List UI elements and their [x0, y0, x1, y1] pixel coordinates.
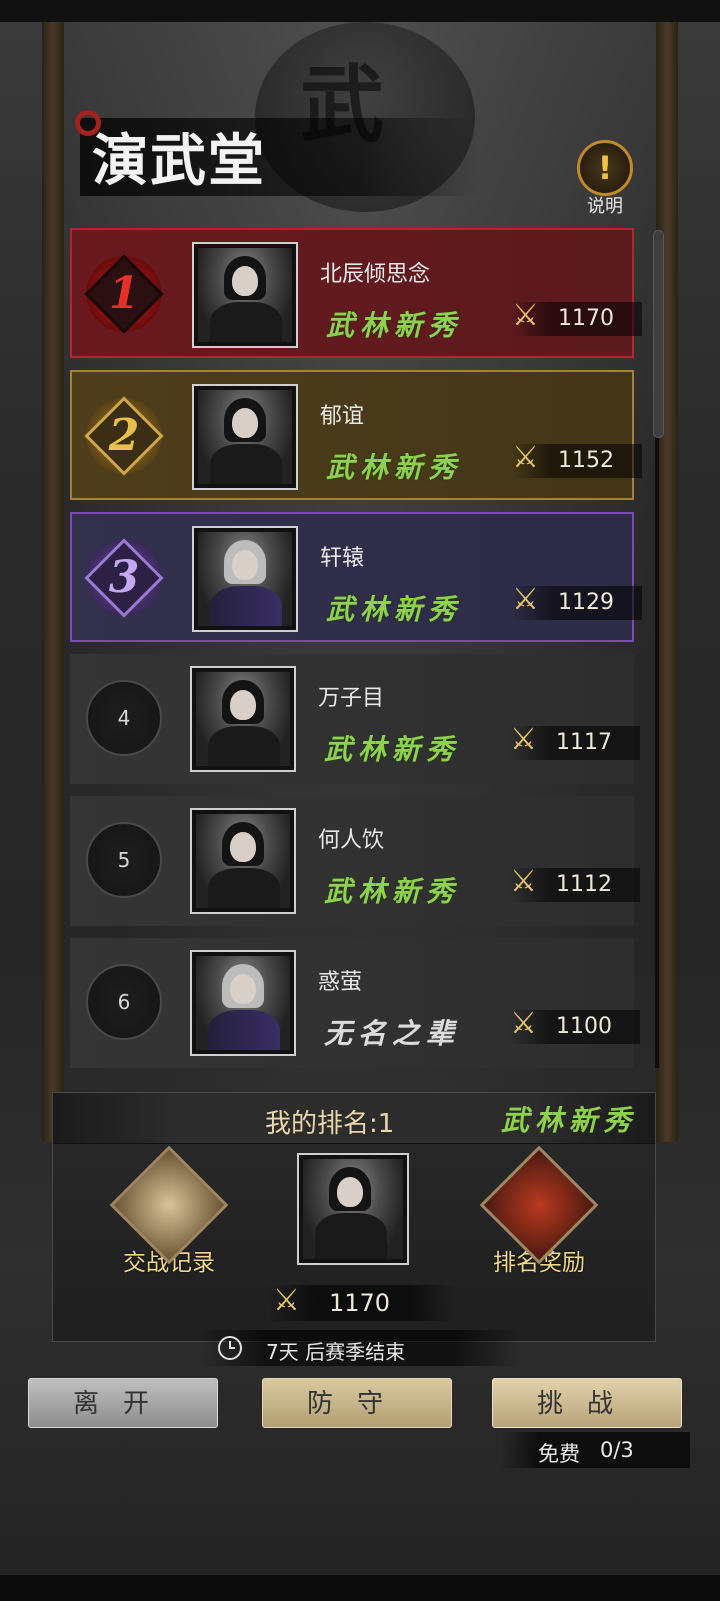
crossed-swords-icon: ⚔	[512, 582, 539, 617]
season-timer: 7天 后赛季结束	[200, 1330, 520, 1366]
rank-3-medal-icon: 3	[84, 538, 164, 618]
scrollbar-thumb[interactable]	[653, 230, 664, 438]
player-avatar[interactable]	[192, 384, 298, 490]
player-title: 武林新秀	[324, 875, 461, 908]
player-score: 1129	[558, 590, 614, 615]
rank-badge: 5	[86, 822, 162, 898]
left-pillar	[42, 22, 64, 1142]
crossed-swords-icon: ⚔	[512, 298, 539, 333]
status-bar	[0, 0, 720, 22]
rank-1-medal-icon: 1	[84, 254, 164, 334]
rank-badge: 4	[86, 680, 162, 756]
player-score: 1170	[558, 306, 614, 331]
player-title: 武林新秀	[326, 309, 463, 342]
player-title: 无名之辈	[324, 1017, 461, 1050]
player-name: 惑萤	[318, 970, 363, 995]
clock-icon	[218, 1336, 242, 1360]
player-avatar[interactable]	[192, 242, 298, 348]
score-badge: ⚔ 1129	[512, 582, 642, 620]
ranking-row[interactable]: 4 万子目 武林新秀 ⚔ 1117	[70, 654, 640, 784]
player-name: 轩辕	[320, 546, 365, 571]
score-badge: ⚔ 1100	[510, 1006, 640, 1044]
help-button[interactable]: ! 说明	[575, 140, 635, 217]
player-name: 北辰倾思念	[320, 262, 431, 287]
score-badge: ⚔ 1112	[510, 864, 640, 902]
player-score: 1152	[558, 448, 614, 473]
rank-reward-button[interactable]: 排名奖励	[479, 1145, 599, 1283]
player-name: 郁谊	[320, 404, 365, 429]
my-avatar[interactable]	[297, 1153, 409, 1265]
free-count: 0/3	[600, 1438, 634, 1462]
ranking-row[interactable]: 5 何人饮 武林新秀 ⚔ 1112	[70, 796, 640, 926]
player-title: 武林新秀	[324, 733, 461, 766]
score-badge: ⚔ 1152	[512, 440, 642, 478]
player-score: 1100	[556, 1014, 612, 1039]
ranking-list[interactable]: 1 北辰倾思念 武林新秀 ⚔ 1170 2 郁谊 武林新秀 ⚔ 1152 3 轩…	[62, 226, 650, 1076]
my-rank-label: 我的排名:1	[265, 1109, 395, 1139]
crossed-swords-icon: ⚔	[510, 722, 537, 757]
crossed-swords-icon: ⚔	[512, 440, 539, 475]
crossed-swords-icon: ⚔	[510, 1006, 537, 1041]
crossed-swords-icon: ⚔	[510, 864, 537, 899]
score-badge: ⚔ 1170	[512, 298, 642, 336]
rank-2-medal-icon: 2	[84, 396, 164, 476]
player-avatar[interactable]	[190, 808, 296, 914]
leave-button[interactable]: 离开	[28, 1378, 218, 1428]
free-label: 免费	[538, 1442, 580, 1466]
my-rank-header: 我的排名:1 武林新秀	[53, 1093, 655, 1144]
player-avatar[interactable]	[190, 666, 296, 772]
ranking-row[interactable]: 1 北辰倾思念 武林新秀 ⚔ 1170	[70, 228, 642, 358]
ranking-row[interactable]: 6 惑萤 无名之辈 ⚔ 1100	[70, 938, 640, 1068]
crossed-swords-icon: ⚔	[273, 1283, 300, 1318]
player-title: 武林新秀	[326, 451, 463, 484]
help-label: 说明	[587, 196, 623, 217]
season-text: 7天 后赛季结束	[266, 1340, 406, 1364]
battle-record-button[interactable]: 交战记录	[109, 1145, 229, 1283]
player-title: 武林新秀	[326, 593, 463, 626]
ranking-row[interactable]: 2 郁谊 武林新秀 ⚔ 1152	[70, 370, 642, 500]
defend-button[interactable]: 防守	[262, 1378, 452, 1428]
rank-badge: 6	[86, 964, 162, 1040]
page-title: 演武堂	[92, 128, 266, 194]
my-title: 武林新秀	[501, 1104, 638, 1137]
ranking-row[interactable]: 3 轩辕 武林新秀 ⚔ 1129	[70, 512, 642, 642]
right-pillar	[656, 22, 678, 1142]
my-score-badge: ⚔ 1170	[267, 1283, 457, 1321]
player-name: 何人饮	[318, 828, 385, 853]
my-score: 1170	[329, 1289, 391, 1317]
player-score: 1117	[556, 730, 612, 755]
player-name: 万子目	[318, 686, 385, 711]
player-avatar[interactable]	[192, 526, 298, 632]
free-attempts: 免费 0/3	[500, 1432, 690, 1468]
player-score: 1112	[556, 872, 612, 897]
exclamation-icon: !	[577, 140, 633, 196]
score-badge: ⚔ 1117	[510, 722, 640, 760]
challenge-button[interactable]: 挑战	[492, 1378, 682, 1428]
navigation-bar	[0, 1575, 720, 1601]
my-rank-panel: 我的排名:1 武林新秀 交战记录 排名奖励 ⚔ 1170	[52, 1092, 656, 1342]
player-avatar[interactable]	[190, 950, 296, 1056]
